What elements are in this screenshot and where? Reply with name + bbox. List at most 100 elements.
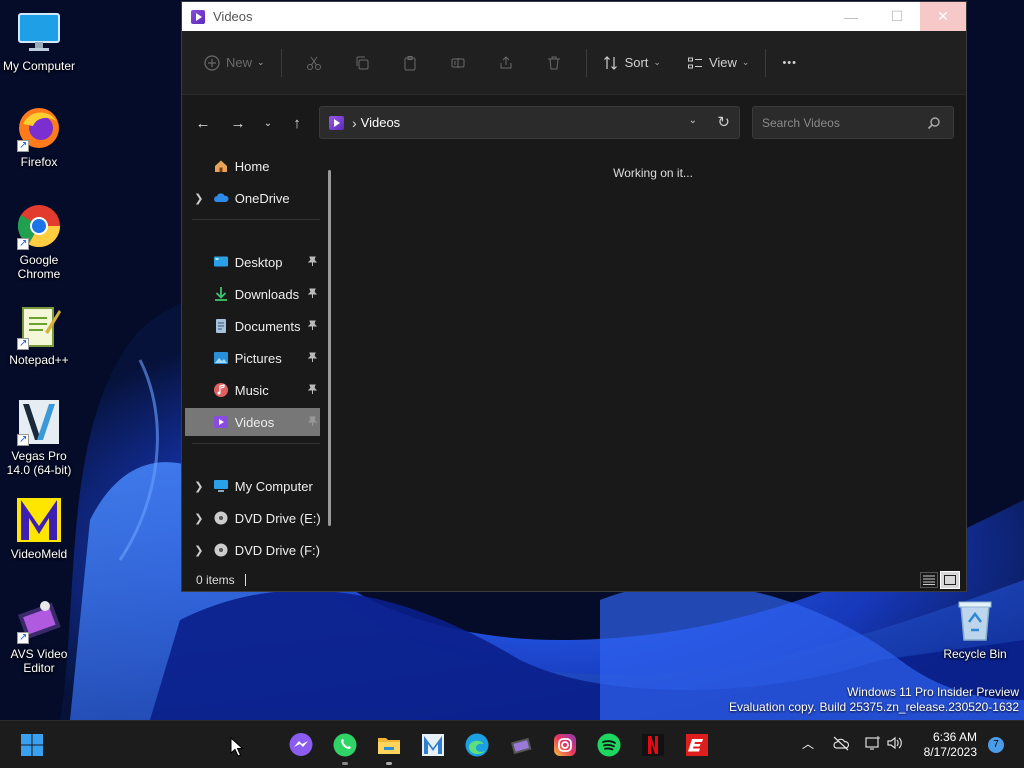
taskbar-spotify[interactable] bbox=[595, 731, 623, 759]
notification-badge[interactable]: 7 bbox=[988, 737, 1004, 753]
videos-folder-icon bbox=[213, 414, 229, 430]
shortcut-arrow-icon bbox=[17, 631, 29, 645]
taskbar-video-editor[interactable] bbox=[507, 731, 535, 759]
maximize-button[interactable]: ☐ bbox=[874, 2, 920, 31]
copy-button[interactable] bbox=[338, 47, 386, 79]
espn-icon bbox=[686, 734, 708, 756]
spotify-icon bbox=[597, 733, 621, 757]
taskbar-file-explorer[interactable] bbox=[375, 731, 403, 765]
share-button[interactable] bbox=[482, 47, 530, 79]
nav-item-dvd-e[interactable]: ❯ DVD Drive (E:) Sa bbox=[185, 504, 320, 532]
desktop-icon-vegas[interactable]: Vegas Pro 14.0 (64-bit) bbox=[0, 398, 78, 477]
start-button[interactable] bbox=[18, 731, 46, 759]
taskbar-netflix[interactable] bbox=[639, 731, 667, 759]
running-indicator bbox=[386, 762, 392, 765]
nav-item-onedrive[interactable]: ❯ OneDrive bbox=[185, 184, 320, 212]
address-dropdown-icon[interactable]: ⌄ bbox=[689, 115, 697, 126]
taskbar-espn[interactable] bbox=[683, 731, 711, 759]
taskbar-instagram[interactable] bbox=[551, 731, 579, 759]
pin-icon[interactable] bbox=[307, 416, 318, 427]
paste-button[interactable] bbox=[386, 47, 434, 79]
desktop-icon-recycle-bin[interactable]: Recycle Bin bbox=[936, 596, 1014, 661]
address-bar[interactable]: › Videos ⌄ ↻ bbox=[319, 106, 740, 139]
new-label: New bbox=[226, 55, 253, 70]
chevron-right-icon[interactable]: ❯ bbox=[185, 544, 213, 557]
system-tray: ︿ 6:36 AM 8/17/2023 7 bbox=[784, 721, 1024, 768]
desktop-icon-firefox[interactable]: Firefox bbox=[0, 104, 78, 169]
taskbar-videomeld[interactable] bbox=[419, 731, 447, 759]
nav-item-pictures[interactable]: Pictures bbox=[185, 344, 320, 372]
taskbar-edge[interactable] bbox=[463, 731, 491, 759]
desktop-icon-label: VideoMeld bbox=[10, 547, 68, 561]
onedrive-offline-icon[interactable] bbox=[832, 735, 850, 754]
network-icon[interactable] bbox=[864, 735, 882, 754]
search-input[interactable] bbox=[762, 115, 922, 130]
loading-message: Working on it... bbox=[613, 166, 693, 180]
new-button[interactable]: New ⌄ bbox=[196, 47, 273, 79]
toolbar-separator bbox=[765, 48, 767, 77]
navigation-pane: Home ❯ OneDrive Desktop Downloads Docume… bbox=[182, 150, 332, 569]
volume-icon[interactable] bbox=[886, 735, 904, 754]
show-hidden-icons-chevron-up-icon[interactable]: ︿ bbox=[802, 735, 814, 752]
desktop-icon-avs[interactable]: AVS Video Editor bbox=[0, 596, 78, 675]
status-bar: 0 items bbox=[182, 569, 966, 591]
details-view-button[interactable] bbox=[920, 572, 938, 588]
nav-item-videos[interactable]: Videos bbox=[185, 408, 320, 436]
view-button[interactable]: View ⌄ bbox=[679, 47, 758, 79]
desktop-icon-chrome[interactable]: Google Chrome bbox=[0, 202, 78, 281]
taskbar-whatsapp[interactable] bbox=[331, 731, 359, 765]
clock-time: 6:36 AM bbox=[932, 730, 977, 744]
chevron-right-icon[interactable]: ❯ bbox=[185, 480, 213, 493]
pin-icon[interactable] bbox=[307, 320, 318, 331]
minimize-button[interactable]: — bbox=[828, 2, 874, 31]
cut-button[interactable] bbox=[290, 47, 338, 79]
search-icon[interactable] bbox=[927, 116, 941, 130]
title-bar[interactable]: Videos — ☐ ✕ bbox=[182, 2, 966, 31]
nav-item-my-computer[interactable]: ❯ My Computer bbox=[185, 472, 320, 500]
avs-icon bbox=[15, 596, 63, 645]
recent-locations-button[interactable]: ⌄ bbox=[256, 111, 280, 135]
nav-item-dvd-f[interactable]: ❯ DVD Drive (F:) Sa bbox=[185, 536, 320, 564]
up-button[interactable]: ↑ bbox=[285, 111, 309, 135]
desktop-icon-my-computer[interactable]: My Computer bbox=[0, 8, 78, 73]
refresh-icon[interactable]: ↻ bbox=[717, 113, 730, 131]
shortcut-arrow-icon bbox=[17, 237, 29, 251]
taskbar-clock[interactable]: 6:36 AM 8/17/2023 bbox=[924, 730, 977, 760]
dvd-drive-icon bbox=[213, 510, 229, 526]
chevron-right-icon[interactable]: ❯ bbox=[185, 512, 213, 525]
delete-button[interactable] bbox=[530, 47, 578, 79]
see-more-button[interactable]: ••• bbox=[774, 47, 805, 79]
pin-icon[interactable] bbox=[307, 352, 318, 363]
nav-item-home[interactable]: Home bbox=[185, 152, 320, 180]
messenger-icon bbox=[289, 733, 313, 756]
close-button[interactable]: ✕ bbox=[920, 2, 966, 31]
pin-icon[interactable] bbox=[307, 288, 318, 299]
forward-button[interactable]: → bbox=[226, 111, 250, 135]
view-label: View bbox=[708, 55, 737, 70]
back-button[interactable]: ← bbox=[191, 111, 215, 135]
nav-item-music[interactable]: Music bbox=[185, 376, 320, 404]
mouse-cursor-icon bbox=[230, 737, 244, 757]
videos-folder-icon bbox=[191, 9, 205, 24]
pin-icon[interactable] bbox=[307, 384, 318, 395]
rename-button[interactable] bbox=[434, 47, 482, 79]
toolbar-separator bbox=[280, 48, 282, 77]
pin-icon[interactable] bbox=[307, 256, 318, 267]
file-list-area[interactable]: Working on it... bbox=[340, 150, 966, 569]
nav-item-downloads[interactable]: Downloads bbox=[185, 280, 320, 308]
search-box[interactable] bbox=[752, 106, 954, 139]
desktop-icon-notepadpp[interactable]: Notepad++ bbox=[0, 302, 78, 367]
instagram-icon bbox=[554, 734, 576, 756]
sort-button[interactable]: Sort ⌄ bbox=[595, 47, 669, 79]
nav-label-my-computer: My Computer bbox=[234, 478, 313, 494]
nav-item-desktop[interactable]: Desktop bbox=[185, 248, 320, 276]
explorer-body: Home ❯ OneDrive Desktop Downloads Docume… bbox=[182, 150, 966, 569]
chevron-right-icon[interactable]: ❯ bbox=[185, 192, 213, 205]
desktop-icon-label: AVS Video Editor bbox=[10, 647, 68, 675]
taskbar-messenger[interactable] bbox=[287, 731, 315, 759]
nav-item-documents[interactable]: Documents bbox=[185, 312, 320, 340]
desktop-icon-videomeld[interactable]: VideoMeld bbox=[0, 496, 78, 561]
breadcrumb-videos[interactable]: Videos bbox=[361, 115, 401, 130]
nav-pane-scrollbar[interactable] bbox=[328, 170, 331, 526]
large-icons-view-button[interactable] bbox=[940, 571, 960, 589]
